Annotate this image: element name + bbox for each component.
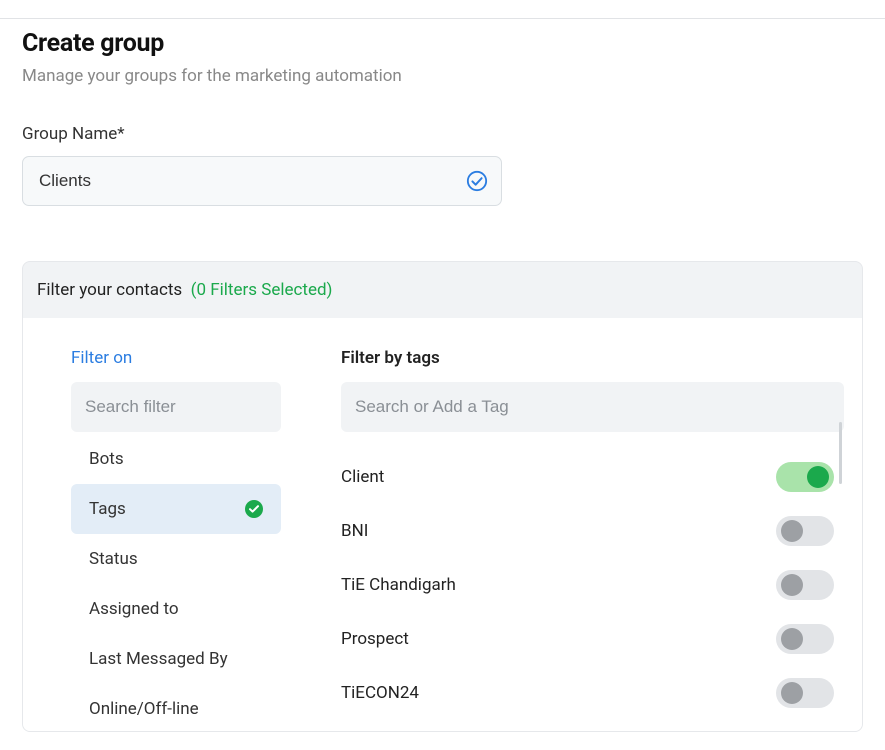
filter-item-last-messaged-by[interactable]: Last Messaged By (71, 634, 281, 684)
filter-item-label: Tags (89, 499, 126, 519)
filter-item-tags[interactable]: Tags (71, 484, 281, 534)
tag-toggle-client[interactable] (776, 462, 834, 492)
filter-on-label: Filter on (71, 348, 281, 368)
filter-panel: Filter your contacts (0 Filters Selected… (22, 261, 863, 732)
filter-item-label: Status (89, 549, 138, 569)
tag-label: Client (341, 467, 384, 487)
tag-row-tiecon24: TiECON24 (341, 666, 834, 720)
search-filter-input[interactable] (71, 382, 281, 432)
filter-header-label: Filter your contacts (37, 280, 182, 300)
filter-item-label: Online/Off-line (89, 699, 199, 719)
tag-row-bni-titans: BNI Titans (341, 720, 834, 731)
filter-item-label: Last Messaged By (89, 649, 228, 669)
tag-row-bni: BNI (341, 504, 834, 558)
group-name-input[interactable] (22, 156, 502, 206)
tag-row-tie-chandigarh: TiE Chandigarh (341, 558, 834, 612)
tag-toggle-tiecon24[interactable] (776, 678, 834, 708)
filter-item-status[interactable]: Status (71, 534, 281, 584)
check-circle-icon (466, 170, 488, 192)
filter-item-online-offline[interactable]: Online/Off-line (71, 684, 281, 731)
check-circle-icon (245, 500, 263, 518)
filter-header: Filter your contacts (0 Filters Selected… (23, 262, 862, 318)
scrollbar[interactable] (839, 422, 842, 484)
tag-label: TiECON24 (341, 683, 419, 703)
group-name-label: Group Name* (22, 124, 863, 144)
tag-toggle-bni[interactable] (776, 516, 834, 546)
tag-row-prospect: Prospect (341, 612, 834, 666)
filter-item-bots[interactable]: Bots (71, 434, 281, 484)
tag-toggle-prospect[interactable] (776, 624, 834, 654)
tag-label: BNI (341, 521, 368, 541)
page-subtitle: Manage your groups for the marketing aut… (22, 66, 863, 86)
tag-label: Prospect (341, 629, 409, 649)
tag-search-input[interactable] (341, 382, 844, 432)
tag-row-client: Client (341, 450, 834, 504)
filter-by-tags-label: Filter by tags (341, 348, 844, 368)
filter-item-assigned-to[interactable]: Assigned to (71, 584, 281, 634)
tag-toggle-tie-chandigarh[interactable] (776, 570, 834, 600)
page-title: Create group (22, 29, 863, 58)
tag-label: TiE Chandigarh (341, 575, 456, 595)
filters-selected-count: (0 Filters Selected) (191, 280, 333, 300)
filter-item-label: Assigned to (89, 599, 179, 619)
filter-item-label: Bots (89, 449, 124, 469)
